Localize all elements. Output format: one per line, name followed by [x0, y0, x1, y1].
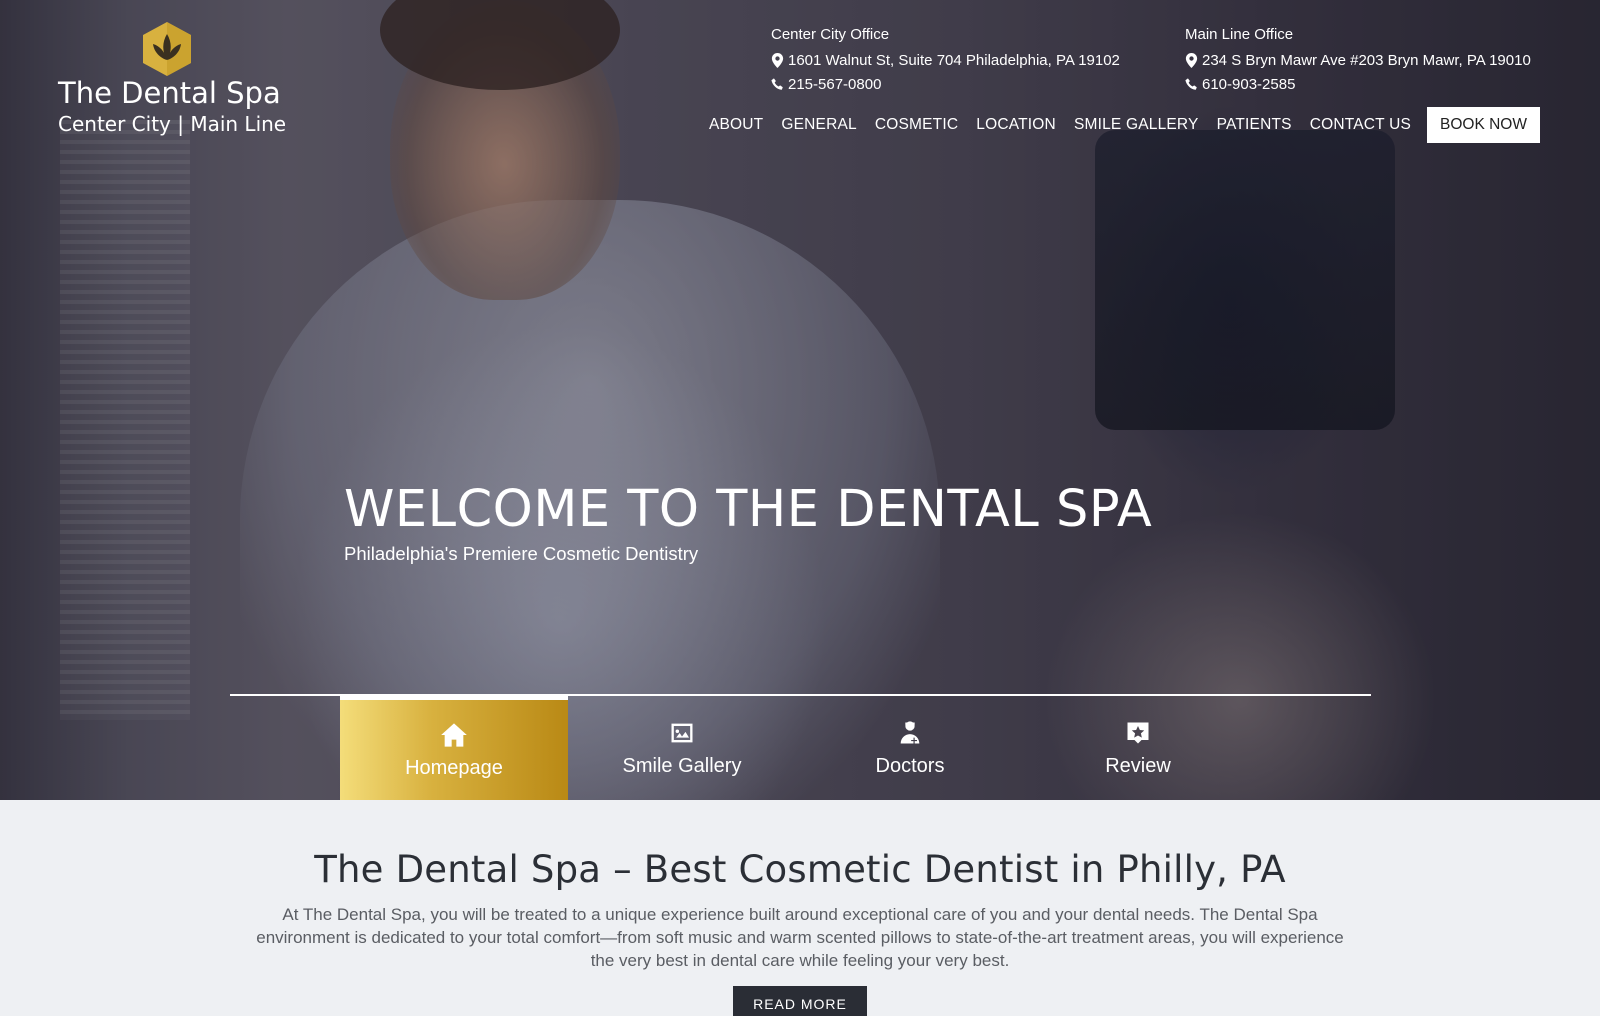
- gallery-icon: [671, 723, 693, 742]
- office-address-text: 1601 Walnut St, Suite 704 Philadelphia, …: [788, 52, 1120, 69]
- intro-body: At The Dental Spa, you will be treated t…: [256, 905, 1344, 970]
- office-phone-text: 215-567-0800: [788, 76, 882, 93]
- intro-heading: The Dental Spa – Best Cosmetic Dentist i…: [314, 848, 1286, 891]
- logo-title: The Dental Spa: [58, 76, 281, 110]
- review-icon: [1127, 722, 1149, 743]
- office-name: Center City Office: [771, 26, 890, 43]
- quick-links-tabs: Homepage Smile Gallery Doctors Review: [340, 696, 1252, 800]
- hero-heading: WELCOME TO THE DENTAL SPA: [344, 480, 1153, 539]
- office-name: Main Line Office: [1185, 26, 1294, 43]
- nav-patients[interactable]: PATIENTS: [1217, 116, 1292, 134]
- map-pin-icon: [1185, 53, 1198, 68]
- hero-text: WELCOME TO THE DENTAL SPA Philadelphia's…: [344, 480, 1152, 565]
- intro-section: The Dental Spa – Best Cosmetic Dentist i…: [0, 800, 1600, 1016]
- office-center-city: Center City Office 1601 Walnut St, Suite…: [771, 26, 1120, 100]
- map-pin-icon: [771, 53, 784, 68]
- tab-homepage[interactable]: Homepage: [340, 696, 568, 800]
- hero-subheading: Philadelphia's Premiere Cosmetic Dentist…: [344, 543, 699, 564]
- tab-smile-gallery[interactable]: Smile Gallery: [568, 696, 796, 800]
- office-address-text: 234 S Bryn Mawr Ave #203 Bryn Mawr, PA 1…: [1202, 52, 1531, 69]
- office-address[interactable]: 1601 Walnut St, Suite 704 Philadelphia, …: [771, 52, 1120, 69]
- tab-review[interactable]: Review: [1024, 696, 1252, 800]
- doctor-icon: [900, 720, 920, 743]
- nav-contact-us[interactable]: CONTACT US: [1310, 116, 1411, 134]
- book-now-button[interactable]: BOOK NOW: [1427, 107, 1540, 143]
- lotus-logo-icon: [140, 20, 194, 78]
- nav-about[interactable]: ABOUT: [709, 116, 763, 134]
- home-icon: [441, 722, 467, 747]
- site-logo[interactable]: The Dental Spa Center City | Main Line: [58, 20, 288, 136]
- nav-cosmetic[interactable]: COSMETIC: [875, 116, 958, 134]
- nav-general[interactable]: GENERAL: [781, 116, 856, 134]
- read-more-button[interactable]: READ MORE: [733, 986, 867, 1016]
- tab-label: Review: [1105, 754, 1171, 777]
- tab-label: Doctors: [875, 754, 945, 777]
- tab-label: Homepage: [405, 756, 503, 779]
- nav-location[interactable]: LOCATION: [976, 116, 1056, 134]
- tab-label: Smile Gallery: [622, 754, 742, 777]
- nav-smile-gallery[interactable]: SMILE GALLERY: [1074, 116, 1199, 134]
- office-phone[interactable]: 610-903-2585: [1185, 76, 1531, 93]
- tab-doctors[interactable]: Doctors: [796, 696, 1024, 800]
- phone-icon: [771, 78, 783, 90]
- office-phone-text: 610-903-2585: [1202, 76, 1296, 93]
- office-address[interactable]: 234 S Bryn Mawr Ave #203 Bryn Mawr, PA 1…: [1185, 52, 1531, 69]
- office-main-line: Main Line Office 234 S Bryn Mawr Ave #20…: [1185, 26, 1531, 100]
- phone-icon: [1185, 78, 1197, 90]
- office-phone[interactable]: 215-567-0800: [771, 76, 1120, 93]
- main-nav: ABOUT GENERAL COSMETIC LOCATION SMILE GA…: [691, 107, 1600, 143]
- logo-subtitle: Center City | Main Line: [58, 112, 287, 136]
